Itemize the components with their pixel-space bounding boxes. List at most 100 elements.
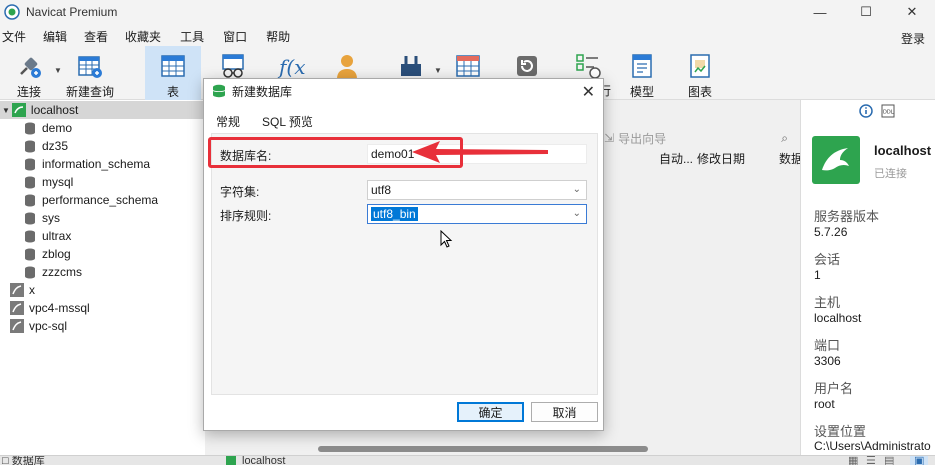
table-button[interactable]: 表 [145, 46, 201, 100]
menu-view[interactable]: 查看 [84, 28, 108, 45]
tree-connection-label: x [29, 283, 35, 297]
new-query-label: 新建查询 [65, 85, 114, 99]
database-icon [25, 176, 35, 188]
connect-dropdown-icon[interactable]: ▼ [54, 66, 62, 75]
minimize-button[interactable]: — [797, 0, 843, 24]
login-link[interactable]: 登录 [901, 30, 925, 47]
search-icon[interactable]: ⌕ [781, 131, 788, 146]
model-button[interactable]: 模型 [620, 46, 664, 100]
mouse-cursor-icon [440, 230, 453, 248]
maximize-button[interactable]: ☐ [843, 0, 889, 24]
database-icon [25, 158, 35, 170]
info-icon[interactable] [859, 104, 873, 118]
status-bar: □ 数据库 localhost ▦ ☰ ▤ ▣ [0, 455, 935, 465]
database-icon [25, 266, 35, 278]
tab-sql-preview[interactable]: SQL 预览 [260, 111, 315, 131]
info-connection-name: localhost [874, 143, 932, 158]
tree-db-dz35[interactable]: dz35 [24, 137, 68, 155]
collation-value: utf8_bin [371, 207, 418, 221]
view-grid-icon[interactable]: ▦ [848, 456, 858, 465]
horizontal-scrollbar[interactable] [318, 446, 648, 452]
chart-button[interactable]: 图表 [678, 46, 722, 100]
collapse-arrow-icon[interactable]: ▼ [2, 106, 10, 115]
export-icon: ⇲ [604, 131, 615, 145]
view-detail-icon[interactable]: ▤ [884, 456, 894, 465]
mysql-connection-icon [11, 103, 26, 117]
mssql-connection-icon [10, 283, 24, 297]
export-wizard-button[interactable]: 导出向导 [618, 130, 666, 147]
menu-help[interactable]: 帮助 [266, 28, 290, 45]
svg-text:DDL: DDL [883, 110, 894, 116]
title-bar: Navicat Premium — ☐ ✕ [0, 0, 935, 24]
tree-db-mysql[interactable]: mysql [24, 173, 73, 191]
tools-dropdown-icon[interactable]: ▼ [434, 66, 442, 75]
dialog-close-button[interactable]: ✕ [582, 82, 595, 102]
svg-text:f(x): f(x) [277, 55, 305, 79]
info-label-sessions: 会话 [814, 252, 841, 267]
tree-db-label: information_schema [42, 157, 151, 171]
info-value-host: localhost [814, 311, 862, 325]
mssql-connection-icon [10, 301, 24, 315]
tree-db-zblog[interactable]: zblog [24, 245, 71, 263]
menu-favorites[interactable]: 收藏夹 [125, 28, 161, 45]
tree-db-sys[interactable]: sys [24, 209, 60, 227]
database-icon [25, 230, 35, 242]
chevron-down-icon: ⌄ [572, 184, 581, 195]
new-query-button[interactable]: 新建查询 [64, 46, 116, 100]
tab-general[interactable]: 常规 [214, 111, 242, 131]
cancel-button[interactable]: 取消 [531, 402, 598, 422]
tree-item-localhost[interactable]: ▼ localhost [0, 101, 205, 119]
info-label-settings-location: 设置位置 [814, 424, 867, 439]
charset-value: utf8 [371, 183, 392, 197]
connect-button[interactable]: 连接 [6, 46, 52, 100]
tree-db-label: performance_schema [42, 193, 159, 207]
close-window-button[interactable]: ✕ [889, 0, 935, 24]
tree-connection-x[interactable]: x [10, 281, 35, 299]
database-icon [25, 212, 35, 224]
tree-db-demo[interactable]: demo [24, 119, 72, 137]
mysql-dolphin-icon [812, 136, 860, 184]
tree-db-label: sys [42, 211, 60, 225]
tree-db-information-schema[interactable]: information_schema [24, 155, 150, 173]
view-er-icon[interactable]: ▣ [910, 456, 929, 465]
table-label: 表 [166, 85, 179, 99]
tree-db-label: ultrax [42, 229, 72, 243]
table-icon [157, 50, 189, 81]
tree-db-ultrax[interactable]: ultrax [24, 227, 71, 245]
info-connection-status: 已连接 [874, 168, 907, 180]
database-icon [25, 248, 35, 260]
ddl-icon[interactable]: DDL [881, 104, 895, 118]
dialog-general-panel: 数据库名: demo01 字符集: utf8 ⌄ 排序规则: utf8_bin … [211, 133, 598, 395]
tree-db-label: zblog [42, 247, 71, 261]
tree-db-zzzcms[interactable]: zzzcms [24, 263, 82, 281]
info-label-port: 端口 [814, 338, 841, 353]
dialog-title: 新建数据库 [232, 84, 293, 99]
mssql-connection-icon [10, 319, 24, 333]
column-header-auto[interactable]: 自动... [659, 150, 693, 170]
column-header-modified[interactable]: 修改日期 [697, 150, 745, 170]
info-label-host: 主机 [814, 295, 841, 310]
menu-edit[interactable]: 编辑 [43, 28, 67, 45]
ok-button[interactable]: 确定 [457, 402, 524, 422]
collation-select[interactable]: utf8_bin ⌄ [367, 204, 587, 224]
chevron-down-icon: ⌄ [572, 208, 581, 219]
charset-select[interactable]: utf8 ⌄ [367, 180, 587, 200]
tree-connection-label: vpc4-mssql [29, 301, 90, 315]
database-icon [25, 194, 35, 206]
database-green-icon [212, 84, 226, 98]
dialog-title-bar: 新建数据库 ✕ [204, 79, 603, 103]
tree-connection-label: vpc-sql [29, 319, 68, 333]
menu-file[interactable]: 文件 [2, 28, 26, 45]
view-list-icon[interactable]: ☰ [866, 456, 876, 465]
object-toolbar: ⇲ 导出向导 ⌕ [600, 128, 800, 148]
menu-bar: 文件 编辑 查看 收藏夹 工具 窗口 帮助 [0, 26, 935, 46]
tree-connection-vpc-sql[interactable]: vpc-sql [10, 317, 67, 335]
status-mysql-icon [226, 456, 236, 465]
status-connection: localhost [242, 455, 286, 465]
tree-db-performance-schema[interactable]: performance_schema [24, 191, 158, 209]
menu-tools[interactable]: 工具 [180, 28, 204, 45]
menu-window[interactable]: 窗口 [223, 28, 247, 45]
tree-db-label: demo [42, 121, 73, 135]
tree-connection-vpc4-mssql[interactable]: vpc4-mssql [10, 299, 90, 317]
connect-label: 连接 [16, 85, 41, 99]
